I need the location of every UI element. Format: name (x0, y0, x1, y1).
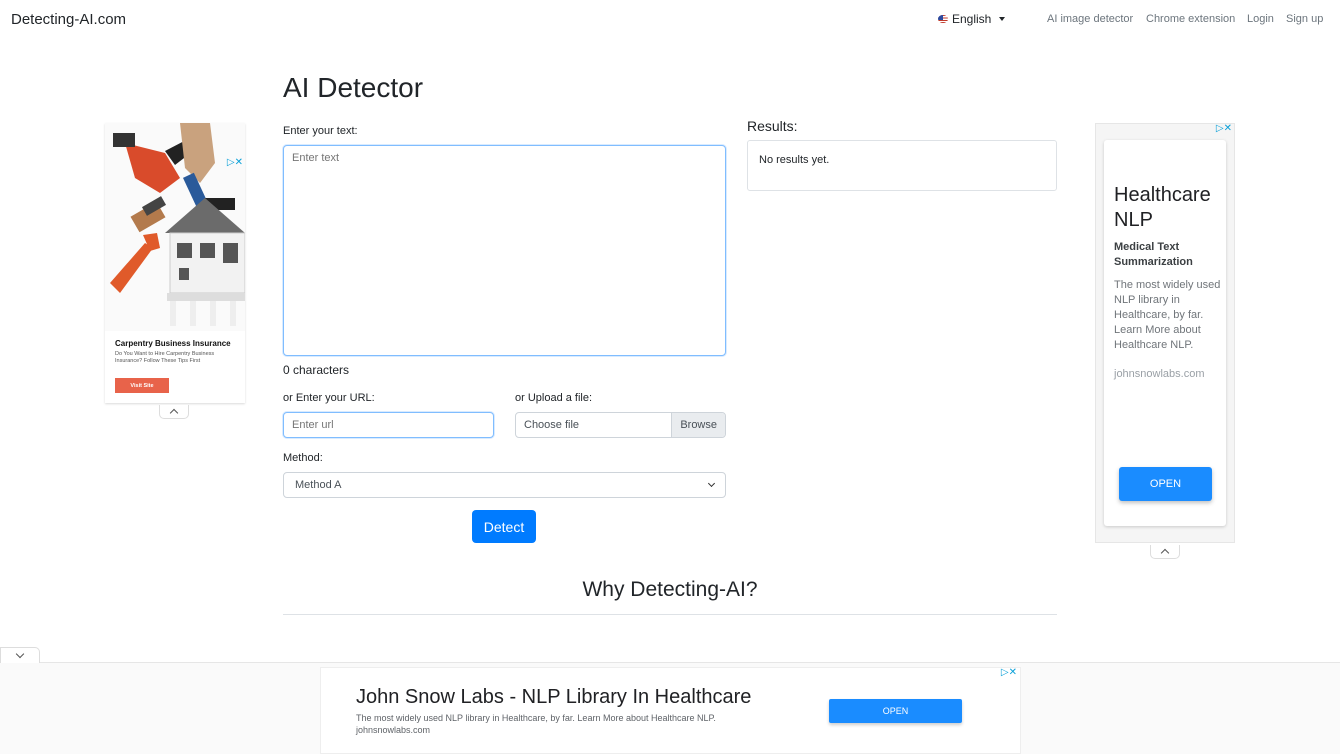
file-label: or Upload a file: (515, 392, 593, 404)
ad-subheadline: Medical Text Summarization (1114, 241, 1193, 268)
detect-button[interactable]: Detect (472, 510, 536, 543)
ad-site: johnsnowlabs.com (356, 725, 431, 735)
us-flag-icon (938, 15, 948, 23)
text-input[interactable] (283, 145, 726, 356)
file-name: Choose file (524, 419, 580, 431)
right-ad[interactable]: ▷✕ Healthcare NLP Medical Text Summariza… (1095, 123, 1235, 543)
left-ad[interactable]: ▷✕ Carpentry Business Insurance Do You W… (105, 123, 245, 403)
url-label: or Enter your URL: (283, 392, 375, 404)
method-select[interactable]: Method A (283, 472, 726, 498)
results-message: No results yet. (759, 154, 830, 166)
results-title: Results: (747, 118, 798, 134)
nav-sign-up[interactable]: Sign up (1286, 13, 1323, 25)
text-label: Enter your text: (283, 125, 358, 137)
why-heading: Why Detecting-AI? (582, 578, 758, 601)
ad-collapse-tab[interactable] (159, 405, 189, 419)
char-count: 0 characters (283, 363, 350, 377)
ad-image: ▷✕ (105, 123, 245, 331)
ad-choices-icon[interactable]: ▷✕ (1216, 123, 1232, 134)
ad-collapse-tab[interactable] (1150, 545, 1180, 559)
language-dropdown[interactable]: English (938, 12, 1006, 26)
ad-body: The most widely used NLP library in Heal… (1114, 279, 1221, 352)
results-box: No results yet. (747, 140, 1057, 191)
ad-subtitle: Do You Want to Hire Carpentry Business I… (115, 351, 215, 364)
caret-down-icon (999, 17, 1006, 21)
visit-site-button[interactable]: Visit Site (115, 378, 169, 393)
chevron-down-icon (15, 649, 25, 659)
ad-body: The most widely used NLP library in Heal… (356, 713, 716, 723)
method-selected: Method A (295, 479, 342, 491)
chevron-up-icon (1160, 548, 1170, 558)
nav-chrome-extension[interactable]: Chrome extension (1146, 13, 1235, 25)
ad-open-button[interactable]: OPEN (829, 699, 962, 723)
browse-button[interactable]: Browse (671, 413, 725, 437)
ad-choices-icon[interactable]: ▷✕ (1001, 667, 1017, 678)
ad-headline: John Snow Labs - NLP Library In Healthca… (356, 686, 752, 708)
nav-ai-image-detector[interactable]: AI image detector (1047, 13, 1133, 25)
brand-logo[interactable]: Detecting-AI.com (11, 11, 126, 28)
right-ad-card[interactable]: Healthcare NLP Medical Text Summarizatio… (1104, 140, 1226, 526)
ad-site: johnsnowlabs.com (1114, 368, 1205, 380)
url-input[interactable] (283, 412, 494, 438)
bottom-ad-collapse-tab[interactable] (0, 647, 40, 663)
nav-login[interactable]: Login (1247, 13, 1274, 25)
page-title: AI Detector (283, 72, 424, 103)
ad-open-button[interactable]: OPEN (1119, 467, 1212, 501)
bottom-ad[interactable]: ▷✕ John Snow Labs - NLP Library In Healt… (320, 667, 1021, 754)
chevron-down-icon (707, 479, 716, 488)
divider (283, 614, 1057, 615)
chevron-up-icon (169, 408, 179, 418)
ad-title: Carpentry Business Insurance (115, 339, 231, 348)
ad-choices-icon[interactable]: ▷✕ (227, 157, 243, 168)
ad-headline: Healthcare NLP (1114, 184, 1211, 231)
language-label: English (952, 12, 992, 26)
method-label: Method: (283, 452, 323, 464)
file-upload[interactable]: Choose file Browse (515, 412, 726, 438)
